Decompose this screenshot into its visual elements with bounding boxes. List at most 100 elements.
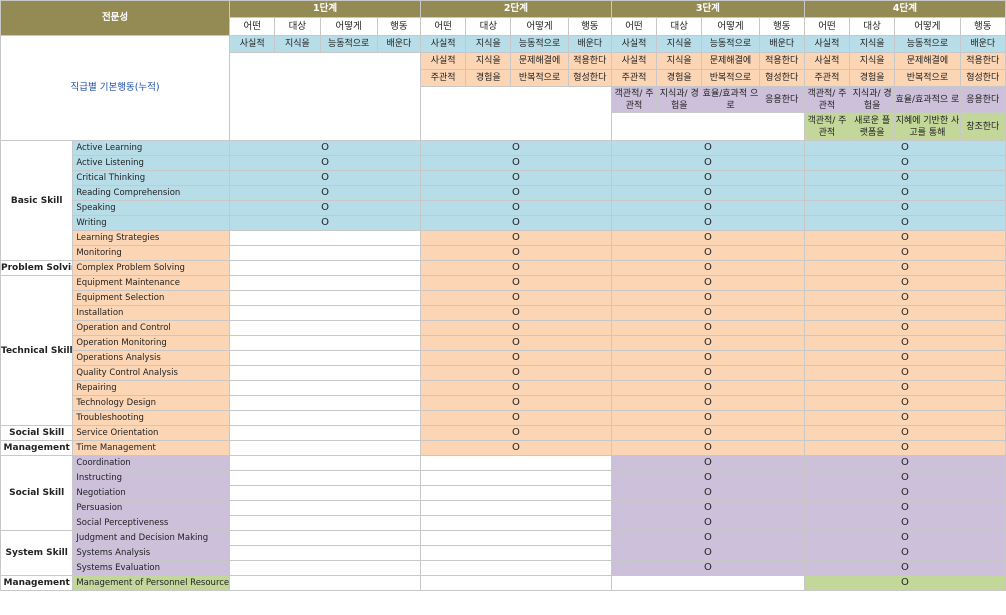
stage-4-cell: O (803, 200, 1006, 216)
stage-3-cell: O (610, 365, 805, 381)
header-sub-label: 어떻게 (701, 17, 760, 36)
skill-name: Troubleshooting (72, 410, 231, 426)
stage-3-cell: O (610, 485, 805, 501)
basic-cell: 사실적 (803, 35, 851, 53)
basic-cell: 지식과/ 경험을 (849, 86, 896, 113)
stage-3-cell: O (610, 275, 805, 291)
header-sub-label: 어떻게 (510, 17, 569, 36)
stage-1-cell (229, 410, 422, 426)
stage-1-cell (229, 560, 422, 576)
skill-name: Quality Control Analysis (72, 365, 231, 381)
basic-empty-cell (610, 112, 805, 141)
stage-1-cell (229, 275, 422, 291)
stage-4-cell: O (803, 275, 1006, 291)
skill-name: Equipment Selection (72, 290, 231, 306)
header-sub-label: 행동 (959, 17, 1006, 36)
stage-4-cell: O (803, 500, 1006, 516)
skill-name: Persuasion (72, 500, 231, 516)
header-sub-label: 어떻게 (319, 17, 378, 36)
stage-4-cell: O (803, 230, 1006, 246)
category-label: System Skill (0, 530, 74, 576)
stage-2-cell: O (420, 260, 612, 276)
stage-1-cell (229, 470, 422, 486)
basic-cell: 새로운 플랫폼을 (849, 112, 896, 141)
basic-cell: 적용한다 (567, 52, 612, 70)
stage-1-cell: O (229, 170, 422, 186)
stage-1-cell (229, 245, 422, 261)
stage-2-cell: O (420, 170, 612, 186)
stage-3-cell: O (610, 230, 805, 246)
stage-1-cell: O (229, 185, 422, 201)
stage-2-cell: O (420, 230, 612, 246)
basic-cell: 지식과/ 경험을 (656, 86, 703, 113)
skill-name: Management of Personnel Resources (72, 575, 231, 591)
basic-cell: 문제해결에 (701, 52, 760, 70)
stage-1-cell (229, 290, 422, 306)
stage-4-cell: O (803, 260, 1006, 276)
category-label: Management (0, 440, 74, 456)
skill-name: Systems Evaluation (72, 560, 231, 576)
stage-1-cell (229, 425, 422, 441)
skill-name: Service Orientation (72, 425, 231, 441)
stage-3-cell: O (610, 470, 805, 486)
header-sub-label: 대상 (274, 17, 321, 36)
stage-1-cell: O (229, 200, 422, 216)
header-stage-3: 3단계 (610, 0, 805, 18)
stage-4-cell: O (803, 155, 1006, 171)
basic-cell: 사실적 (420, 35, 467, 53)
stage-4-cell: O (803, 455, 1006, 471)
basic-cell: 능동적으로 (701, 35, 760, 53)
skill-name: Critical Thinking (72, 170, 231, 186)
skill-name: Learning Strategies (72, 230, 231, 246)
category-label: Social Skill (0, 425, 74, 441)
basic-cell: 지혜에 기반한 사고를 통해 (894, 112, 961, 141)
header-sub-label: 행동 (758, 17, 805, 36)
basic-cell: 능동적으로 (510, 35, 569, 53)
stage-1-cell (229, 515, 422, 531)
skill-name: Social Perceptiveness (72, 515, 231, 531)
stage-1-cell (229, 380, 422, 396)
header-sub-label: 대상 (465, 17, 512, 36)
category-label: Social Skill (0, 455, 74, 531)
stage-3-cell: O (610, 290, 805, 306)
header-stage-1: 1단계 (229, 0, 422, 18)
skill-name: Active Learning (72, 140, 231, 156)
stage-2-cell: O (420, 275, 612, 291)
stage-2-cell: O (420, 155, 612, 171)
stage-1-cell (229, 335, 422, 351)
header-sub-label: 대상 (849, 17, 896, 36)
stage-2-cell: O (420, 140, 612, 156)
stage-3-cell: O (610, 260, 805, 276)
stage-2-cell: O (420, 425, 612, 441)
basic-cell: 객관적/ 주관적 (610, 86, 658, 113)
basic-cell: 지식을 (274, 35, 321, 53)
skill-name: Judgment and Decision Making (72, 530, 231, 546)
stage-4-cell: O (803, 395, 1006, 411)
skill-name: Operation Monitoring (72, 335, 231, 351)
stage-3-cell (610, 575, 805, 591)
header-sub-label: 행동 (567, 17, 612, 36)
stage-1-cell (229, 530, 422, 546)
header-stage-2: 2단계 (420, 0, 612, 18)
stage-4-cell: O (803, 335, 1006, 351)
basic-cell: 사실적 (610, 52, 658, 70)
basic-cell: 주관적 (803, 69, 851, 87)
category-label: Management (0, 575, 74, 591)
stage-2-cell (420, 485, 612, 501)
basic-cell: 사실적 (420, 52, 467, 70)
basic-cell: 사실적 (803, 52, 851, 70)
stage-4-cell: O (803, 290, 1006, 306)
basic-cell: 객관적/ 주관적 (803, 86, 851, 113)
stage-4-cell: O (803, 485, 1006, 501)
basic-cell: 창조한다 (959, 112, 1006, 141)
stage-3-cell: O (610, 410, 805, 426)
stage-3-cell: O (610, 425, 805, 441)
basic-empty-cell (420, 86, 612, 141)
basic-cell: 문제해결에 (510, 52, 569, 70)
basic-empty-cell (229, 52, 422, 141)
basic-cell: 적용한다 (758, 52, 805, 70)
stage-1-cell: O (229, 155, 422, 171)
skill-name: Reading Comprehension (72, 185, 231, 201)
stage-3-cell: O (610, 140, 805, 156)
stage-2-cell: O (420, 305, 612, 321)
